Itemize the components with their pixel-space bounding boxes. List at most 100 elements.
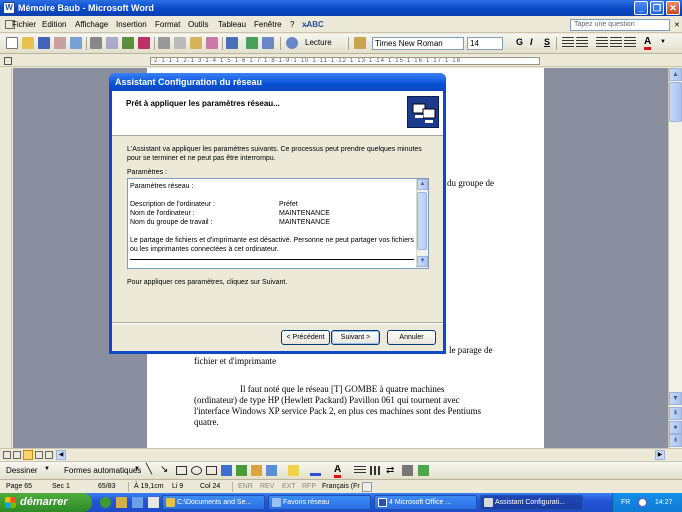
next-button[interactable]: Suivant >	[331, 330, 380, 345]
dialog-title-bar[interactable]: Assistant Configuration du réseau	[109, 73, 446, 91]
previous-page-icon[interactable]: ⇞	[669, 407, 682, 420]
bold-button[interactable]: G	[516, 37, 523, 47]
hyperlink-icon[interactable]	[246, 37, 258, 49]
autoshapes-menu[interactable]: Formes automatiques	[64, 466, 141, 475]
spelling-status-icon[interactable]	[362, 482, 372, 492]
table-icon[interactable]	[262, 37, 274, 49]
textbox-icon[interactable]	[206, 466, 217, 475]
outline-view-icon[interactable]	[35, 451, 43, 459]
cut-icon[interactable]	[158, 37, 170, 49]
quicklaunch-internet-icon[interactable]	[100, 497, 111, 508]
scroll-right-icon[interactable]: ▶	[655, 450, 665, 460]
diagram-icon[interactable]	[236, 465, 247, 476]
styles-icon[interactable]	[354, 37, 366, 49]
vertical-scrollbar[interactable]: ▲ ▼ ⇞ ● ⇟	[668, 68, 682, 448]
start-button[interactable]: démarrer	[0, 493, 92, 512]
help-close-icon[interactable]: ✕	[674, 21, 680, 29]
arrow-icon[interactable]: ↘	[160, 464, 168, 475]
font-name-select[interactable]: Times New Roman	[372, 37, 464, 50]
arrow-style-icon[interactable]: ⇄	[386, 465, 394, 476]
scroll-up-icon[interactable]: ▲	[669, 68, 682, 81]
window-title-bar[interactable]: W Mémoire Baub - Microsoft Word _ ❐ ✕	[0, 0, 682, 16]
chevron-down-icon[interactable]: ▼	[44, 466, 50, 472]
menu-fenetre[interactable]: Fenêtre	[254, 20, 282, 29]
research-icon[interactable]	[138, 37, 150, 49]
clock[interactable]: 14:27	[655, 499, 673, 506]
menu-format[interactable]: Format	[155, 20, 180, 29]
permission-icon[interactable]	[54, 37, 66, 49]
wordart-icon[interactable]	[221, 465, 232, 476]
fill-color-icon[interactable]	[288, 465, 299, 476]
menu-affichage[interactable]: Affichage	[75, 20, 108, 29]
tab-selector-icon[interactable]	[4, 57, 12, 65]
close-button[interactable]: ✕	[666, 1, 680, 15]
clipart-icon[interactable]	[251, 465, 262, 476]
ellipse-icon[interactable]	[191, 466, 202, 475]
align-left-icon[interactable]	[562, 37, 574, 49]
line-style-icon[interactable]	[354, 466, 366, 475]
menu-insertion[interactable]: Insertion	[116, 20, 147, 29]
menu-edition[interactable]: Edition	[42, 20, 66, 29]
tray-help-icon[interactable]	[637, 497, 648, 508]
justify-icon[interactable]	[576, 37, 588, 49]
status-revisions[interactable]: REV	[260, 483, 274, 490]
horizontal-ruler[interactable]: ·2·1·1·1·2·1·3·1·4·1·5·1·6·1·7·1·8·1·9·1…	[0, 55, 682, 67]
italic-button[interactable]: I	[530, 37, 533, 47]
font-color-icon[interactable]: A	[644, 36, 652, 50]
web-view-icon[interactable]	[13, 451, 21, 459]
scroll-down-icon[interactable]: ▼	[417, 256, 428, 267]
copy-icon[interactable]	[174, 37, 186, 49]
dash-style-icon[interactable]	[370, 466, 382, 475]
help-icon[interactable]	[286, 37, 298, 49]
format-painter-icon[interactable]	[206, 37, 218, 49]
reading-view-icon[interactable]	[45, 451, 53, 459]
font-color-icon[interactable]: A	[334, 464, 342, 478]
spelling-icon[interactable]	[122, 37, 134, 49]
next-page-icon[interactable]: ⇟	[669, 434, 682, 447]
vertical-ruler[interactable]	[0, 68, 12, 448]
read-mode-button[interactable]: Lecture	[305, 38, 332, 47]
quicklaunch-desktop-icon[interactable]	[132, 497, 143, 508]
status-overtype[interactable]: RFP	[302, 483, 316, 490]
chevron-down-icon[interactable]: ▼	[134, 466, 140, 472]
taskbar-item-office[interactable]: 4 Microsoft Office ...	[374, 495, 477, 510]
normal-view-icon[interactable]	[3, 451, 11, 459]
print-layout-icon[interactable]	[23, 450, 33, 460]
help-question-input[interactable]: Tapez une question	[570, 19, 670, 31]
maximize-button[interactable]: ❐	[650, 1, 664, 15]
list-scroll-thumb[interactable]	[417, 192, 427, 250]
undo-icon[interactable]	[226, 37, 238, 49]
scroll-down-icon[interactable]: ▼	[669, 392, 682, 405]
taskbar-item-documents[interactable]: C:\Documents and Se...	[162, 495, 265, 510]
back-button[interactable]: < Précédent	[281, 330, 330, 345]
email-icon[interactable]	[70, 37, 82, 49]
quicklaunch-media-icon[interactable]	[148, 497, 159, 508]
picture-icon[interactable]	[266, 465, 277, 476]
scroll-thumb[interactable]	[669, 82, 682, 122]
cancel-button[interactable]: Annuler	[387, 330, 436, 345]
font-size-select[interactable]: 14	[467, 37, 503, 50]
draw-menu[interactable]: Dessiner	[6, 466, 38, 475]
print-preview-icon[interactable]	[106, 37, 118, 49]
status-language[interactable]: Français (Fr	[322, 483, 360, 490]
new-document-icon[interactable]	[6, 37, 18, 49]
scroll-left-icon[interactable]: ◀	[56, 450, 66, 460]
open-folder-icon[interactable]	[22, 37, 34, 49]
minimize-button[interactable]: _	[634, 1, 648, 15]
rectangle-icon[interactable]	[176, 466, 187, 475]
status-extend[interactable]: EXT	[282, 483, 296, 490]
scroll-up-icon[interactable]: ▲	[417, 179, 428, 190]
quicklaunch-explorer-icon[interactable]	[116, 497, 127, 508]
line-color-icon[interactable]	[310, 465, 321, 476]
3d-style-icon[interactable]	[418, 465, 429, 476]
browse-object-icon[interactable]: ●	[669, 421, 682, 434]
shadow-icon[interactable]	[402, 465, 413, 476]
language-indicator[interactable]: FR	[621, 499, 630, 506]
underline-button[interactable]: S	[544, 37, 550, 47]
save-icon[interactable]	[38, 37, 50, 49]
bullets-icon[interactable]	[610, 37, 622, 49]
status-record[interactable]: ENR	[238, 483, 253, 490]
chevron-down-icon[interactable]: ▼	[660, 39, 666, 45]
taskbar-item-wizard[interactable]: Assistant Configurati...	[480, 495, 583, 510]
abc-icon[interactable]: x̶ABC	[302, 20, 324, 29]
